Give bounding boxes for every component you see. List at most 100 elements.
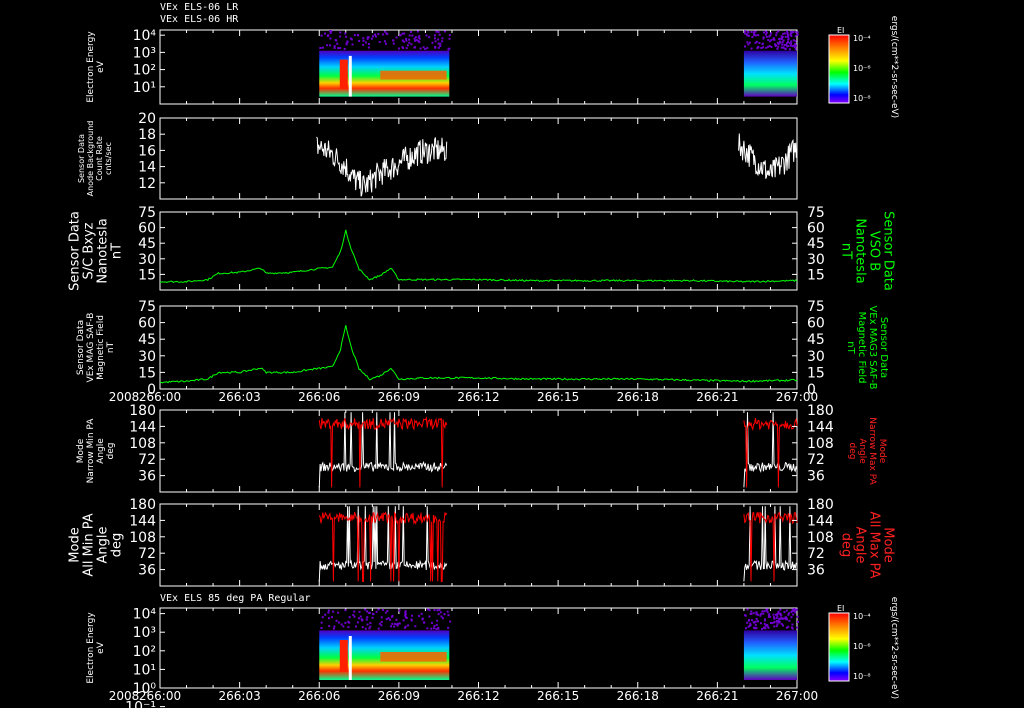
spectrogram-pixel — [748, 34, 751, 37]
spectrogram-pixel — [794, 31, 797, 34]
spectrogram-pixel — [391, 622, 394, 625]
spectrogram-pixel — [750, 612, 753, 615]
spectrogram-pixel — [790, 626, 793, 629]
spectrogram-pixel — [378, 40, 381, 43]
spectrogram-pixel — [744, 627, 747, 630]
spectrogram-pixel — [793, 46, 796, 49]
spectrogram-pixel — [330, 30, 333, 33]
spectrogram-pixel — [778, 620, 781, 623]
y-label-line: nT — [106, 341, 116, 353]
spectrogram-pixel — [782, 39, 785, 42]
spectrogram-pixel — [779, 617, 782, 620]
spectrogram-pixel — [333, 47, 336, 50]
spectrogram-pixel — [790, 40, 793, 43]
y-label-line: All Min PA — [81, 513, 96, 576]
spectrogram-pixel — [339, 35, 342, 38]
spectrogram-pixel — [362, 43, 365, 46]
spectrogram-pixel — [356, 621, 359, 624]
multi-panel-plot: 10⁴10³10²10¹Electron Energy eVEI10⁻⁴10⁻⁶1… — [67, 16, 899, 708]
y-label-line: Electron Energy — [86, 612, 96, 684]
spectrogram-hotspot — [339, 59, 348, 90]
time-tick-label: 266:03 — [219, 390, 261, 404]
spectrogram-pixel — [367, 43, 370, 46]
y-tick-label-right: 45 — [807, 236, 825, 252]
y-tick-label: 36 — [138, 563, 156, 579]
colorbar-title: EI — [837, 26, 844, 35]
spectrogram-pixel — [789, 33, 792, 36]
y-tick-label-right: 72 — [807, 546, 825, 562]
spectrogram-pixel — [793, 608, 796, 611]
spectrogram-pixel — [768, 35, 771, 38]
panel-2: 2018161412 Sensor Data Anode Background Cou… — [77, 111, 798, 200]
y-tick-label: 72 — [138, 546, 156, 562]
spectrogram-pixel — [344, 32, 347, 35]
y-axis-label-right: ModeNarrow Max PAAngledeg — [847, 417, 887, 485]
y-tick-label-right: 108 — [807, 436, 834, 452]
spectrogram-pixel — [754, 620, 757, 623]
spectrogram-pixel — [775, 625, 778, 628]
panel-1: 10⁴10³ 10²10¹ Electron Energy eV EI 10⁻⁴ 10⁻⁶ 1… — [86, 16, 899, 118]
spectrogram-dropout — [348, 636, 352, 680]
spectrogram-pixel — [329, 32, 332, 35]
y-label-right-line: deg — [839, 533, 854, 558]
spectrogram-pixel — [342, 625, 345, 628]
spectrogram-pixel — [402, 619, 405, 622]
time-tick-label: 266:00 — [139, 390, 181, 404]
spectrogram-pixel — [775, 617, 778, 620]
data-trace — [316, 133, 798, 197]
y-label-line: Mode — [76, 438, 86, 463]
spectrogram-pixel — [380, 616, 383, 619]
colorbar-tick-label: 10⁻⁸ — [853, 672, 871, 681]
spectrogram-pixel — [435, 30, 438, 33]
spectrogram-pixel — [433, 34, 436, 37]
spectrogram-pixel — [441, 37, 444, 40]
spectrogram-pixel — [343, 47, 346, 50]
time-tick-label: 266:15 — [537, 390, 579, 404]
spectrogram-pixel — [331, 616, 334, 619]
spectrogram-pixel — [327, 611, 330, 614]
spectrogram-pixel — [372, 612, 375, 615]
spectrogram-pixel — [780, 622, 783, 625]
spectrogram-pixel — [746, 621, 749, 624]
y-tick-label: 144 — [129, 419, 156, 435]
spectrogram-pixel — [752, 612, 755, 615]
spectrogram-pixel — [759, 614, 762, 617]
spectrogram-pixel — [364, 41, 367, 44]
spectrogram-pixel — [395, 36, 398, 39]
spectrogram-pixel — [773, 617, 776, 620]
spectrogram-pixel — [369, 622, 372, 625]
spectrogram-pixel — [425, 34, 428, 37]
panel-6: 180 180144 144108 10872 7236 36Mode All Min PA… — [67, 497, 896, 587]
spectrogram-pixel — [431, 41, 434, 44]
spectrogram-pixel — [392, 42, 395, 45]
spectrogram-pixel — [403, 32, 406, 35]
spectrogram-pixel — [749, 624, 752, 627]
time-tick-label: 266:09 — [378, 689, 420, 703]
y-tick-label: 180 — [129, 403, 156, 419]
time-tick-label: 267:00 — [776, 689, 818, 703]
spectrogram-pixel — [328, 625, 331, 628]
spectrogram-pixel — [746, 608, 749, 611]
spectrogram-pixel — [761, 610, 764, 613]
time-tick-label: 266:03 — [219, 689, 261, 703]
spectrogram-pixel — [347, 626, 350, 629]
spectrogram-pixel — [408, 41, 411, 44]
y-axis-label: Sensor Data Anode Background Count Rate cnt… — [77, 121, 113, 197]
y-tick-label: 60 — [138, 316, 156, 332]
y-axis-label: Electron Energy eV — [86, 612, 106, 684]
spectrogram-pixel — [404, 610, 407, 613]
y-label-right-line: Sensor Data — [881, 211, 896, 291]
spectrogram-pixel — [755, 617, 758, 620]
spectrogram-pixel — [354, 625, 357, 628]
panel-frame — [159, 29, 798, 105]
spectrogram-pixel — [417, 36, 420, 39]
max-pa-trace — [743, 417, 798, 488]
y-tick-label-right: 72 — [807, 452, 825, 468]
y-axis-label-right: ModeAll Max PAAngledeg — [839, 511, 896, 578]
spectrogram-pixel — [763, 610, 766, 613]
spectrogram-pixel — [432, 627, 435, 630]
y-tick-label: 30 — [138, 349, 156, 365]
spectrogram-pixel — [383, 40, 386, 43]
spectrogram-pixel — [786, 45, 789, 48]
time-tick-label: 266:21 — [696, 390, 738, 404]
